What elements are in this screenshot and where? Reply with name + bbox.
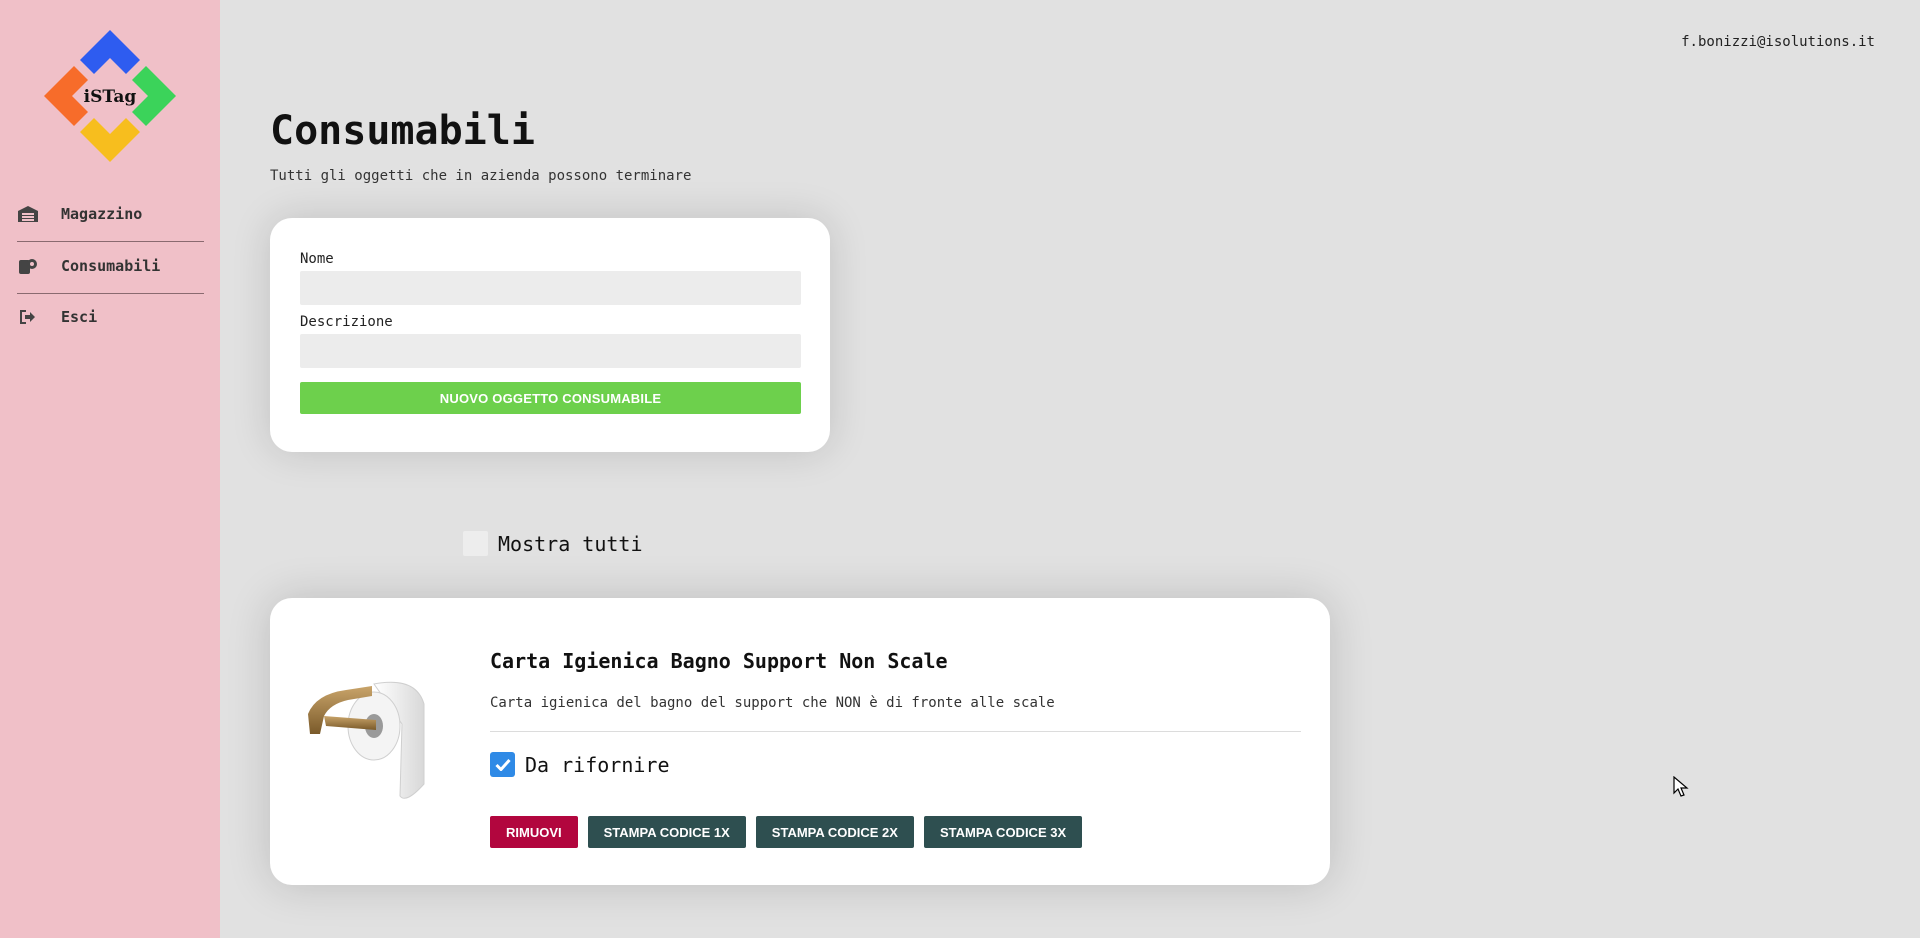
istag-logo[interactable]: iSTag — [44, 30, 176, 162]
item-title: Carta Igienica Bagno Support Non Scale — [490, 649, 948, 673]
item-description: Carta igienica del bagno del support che… — [490, 695, 1055, 711]
new-consumable-button[interactable]: NUOVO OGGETTO CONSUMABILE — [300, 382, 801, 414]
sidebar-item-label: Magazzino — [61, 205, 143, 223]
description-input[interactable] — [300, 334, 801, 368]
new-consumable-form: Nome Descrizione NUOVO OGGETTO CONSUMABI… — [270, 218, 830, 452]
logo-text: iSTag — [84, 87, 137, 107]
sidebar-item-magazzino[interactable]: Magazzino — [17, 188, 204, 240]
warehouse-icon — [17, 205, 39, 223]
page-title: Consumabili — [270, 108, 535, 154]
show-all-checkbox[interactable] — [463, 531, 488, 556]
restock-label: Da rifornire — [525, 752, 670, 777]
page-subtitle: Tutti gli oggetti che in azienda possono… — [270, 168, 692, 184]
sidebar-item-consumabili[interactable]: Consumabili — [17, 240, 204, 292]
print-code-1x-button[interactable]: STAMPA CODICE 1X — [587, 816, 746, 848]
mouse-cursor-icon — [1673, 775, 1689, 798]
name-label: Nome — [300, 251, 334, 267]
remove-button[interactable]: RIMUOVI — [490, 816, 578, 848]
toilet-paper-icon — [17, 257, 39, 275]
name-input[interactable] — [300, 271, 801, 305]
restock-checkbox[interactable] — [490, 752, 515, 777]
description-label: Descrizione — [300, 314, 393, 330]
sidebar-item-label: Esci — [61, 308, 98, 326]
print-code-3x-button[interactable]: STAMPA CODICE 3X — [923, 816, 1083, 848]
check-icon — [494, 758, 511, 771]
show-all-toggle[interactable]: Mostra tutti — [463, 531, 643, 556]
consumable-card: Carta Igienica Bagno Support Non Scale C… — [270, 598, 1330, 885]
restock-toggle[interactable]: Da rifornire — [490, 752, 670, 777]
item-divider — [490, 731, 1301, 732]
sidebar-item-label: Consumabili — [61, 257, 161, 275]
item-actions: RIMUOVI STAMPA CODICE 1X STAMPA CODICE 2… — [490, 816, 1092, 848]
user-email[interactable]: f.bonizzi@isolutions.it — [1681, 34, 1875, 50]
toilet-paper-holder-image — [306, 664, 426, 804]
show-all-label: Mostra tutti — [498, 531, 643, 556]
sidebar: iSTag Magazzino Consumabili Esci — [0, 0, 220, 938]
sign-out-icon — [17, 308, 39, 326]
print-code-2x-button[interactable]: STAMPA CODICE 2X — [755, 816, 914, 848]
sidebar-item-esci[interactable]: Esci — [17, 291, 204, 343]
